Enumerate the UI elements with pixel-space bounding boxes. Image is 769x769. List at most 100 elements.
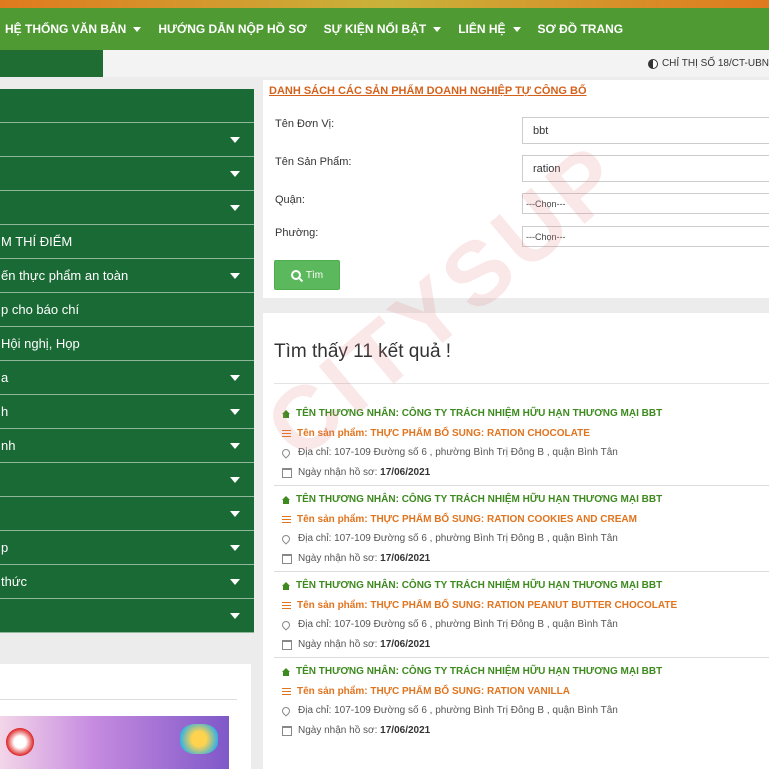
search-button-label: Tìm [305,269,324,281]
notice-ticker[interactable]: CHỈ THỊ SỐ 18/CT-UBN [647,58,769,69]
sidebar-item-label: p [1,540,9,555]
map-pin-icon [280,446,292,459]
sidebar-item[interactable] [0,157,254,191]
sidebar-item[interactable]: p [0,531,254,565]
district-label: Quận: [275,194,305,206]
date-label: Ngày nhận hồ sơ: [298,725,378,736]
sidebar-item[interactable]: a [0,361,254,395]
ward-label: Phường: [275,227,319,239]
results-count-title: Tìm thấy 11 kết quả ! [274,341,452,362]
result-address: Địa chỉ: 107-109 Đường số 6 , phường Bìn… [280,532,618,545]
product-text: Tên sản phẩm: THỰC PHẨM BỔ SUNG: RATION … [297,514,637,525]
date-label: Ngày nhận hồ sơ: [298,553,378,564]
ward-select[interactable]: ---Chọn--- [522,226,769,247]
sidebar-item[interactable] [0,463,254,497]
caret-down-icon [230,510,240,517]
caret-down-icon [230,544,240,551]
calendar-icon [282,725,292,736]
result-product[interactable]: Tên sản phẩm: THỰC PHẨM BỔ SUNG: RATION … [282,428,590,439]
list-icon [282,602,291,609]
panel-title: DANH SÁCH CÁC SẢN PHẨM DOANH NGHIỆP TỰ C… [269,85,587,97]
notice-text: CHỈ THỊ SỐ 18/CT-UBN [661,58,769,69]
district-select[interactable]: ---Chọn--- [522,193,769,214]
result-merchant[interactable]: TÊN THƯƠNG NHÂN: CÔNG TY TRÁCH NHIỆM HỮU… [282,580,662,591]
calendar-icon [282,639,292,650]
search-button[interactable]: Tìm [274,260,340,290]
date-value: 17/06/2021 [380,639,431,650]
sidebar-item[interactable] [0,123,254,157]
result-merchant[interactable]: TÊN THƯƠNG NHÂN: CÔNG TY TRÁCH NHIỆM HỮU… [282,666,662,677]
result-merchant[interactable]: TÊN THƯƠNG NHÂN: CÔNG TY TRÁCH NHIỆM HỮU… [282,408,662,419]
date-value: 17/06/2021 [380,553,431,564]
promo-banner-image[interactable] [0,716,229,769]
caret-down-icon [230,578,240,585]
nav-item-so-do[interactable]: SƠ ĐỒ TRANG [538,22,624,36]
sidebar-item-label: ến thực phẩm an toàn [1,268,129,283]
nav-label: SỰ KIỆN NỔI BẬT [323,22,427,36]
nav-item-lien-he[interactable]: LIÊN HỆ [458,22,521,36]
result-merchant[interactable]: TÊN THƯƠNG NHÂN: CÔNG TY TRÁCH NHIỆM HỮU… [282,494,662,505]
home-icon [282,409,290,418]
nav-label: HƯỚNG DẪN NỘP HỒ SƠ [158,22,307,36]
sidebar-item[interactable] [0,599,254,633]
sidebar-item[interactable]: h [0,395,254,429]
result-product[interactable]: Tên sản phẩm: THỰC PHẨM BỔ SUNG: RATION … [282,600,677,611]
sidebar-item-bao-chi[interactable]: p cho báo chí [0,293,254,327]
result-date: Ngày nhận hồ sơ: 17/06/2021 [282,553,430,564]
unit-input[interactable]: bbt [522,117,769,144]
sidebar-menu: M THÍ ĐIỂM ến thực phẩm an toàn p cho bá… [0,89,254,633]
nav-item-su-kien[interactable]: SỰ KIỆN NỔI BẬT [324,22,442,36]
result-product[interactable]: Tên sản phẩm: THỰC PHẨM BỔ SUNG: RATION … [282,686,570,697]
sidebar-item[interactable] [0,191,254,225]
unit-label: Tên Đơn Vị: [275,118,335,130]
nav-label: LIÊN HỆ [458,22,506,36]
caret-down-icon [133,26,142,32]
date-label: Ngày nhận hồ sơ: [298,467,378,478]
result-address: Địa chỉ: 107-109 Đường số 6 , phường Bìn… [280,446,618,459]
list-icon [282,430,291,437]
list-icon [282,688,291,695]
nav-item-huong-dan[interactable]: HƯỚNG DẪN NỘP HỒ SƠ [158,22,306,36]
date-value: 17/06/2021 [380,725,431,736]
nav-item-van-ban[interactable]: HỆ THỐNG VĂN BẢN [5,22,142,36]
date-value: 17/06/2021 [380,467,431,478]
merchant-text: TÊN THƯƠNG NHÂN: CÔNG TY TRÁCH NHIỆM HỮU… [296,666,663,677]
sidebar-item-thi-diem[interactable]: M THÍ ĐIỂM [0,225,254,259]
product-input[interactable]: ration [522,155,769,182]
result-divider [274,571,769,572]
product-input-value: ration [533,162,561,175]
caret-down-icon [230,408,240,415]
home-icon [282,667,290,676]
sidebar-item-label: a [1,370,9,385]
product-text: Tên sản phẩm: THỰC PHẨM BỔ SUNG: RATION … [297,600,678,611]
main-navbar: HỆ THỐNG VĂN BẢN HƯỚNG DẪN NỘP HỒ SƠ SỰ … [0,8,769,50]
sidebar-item-thuc-pham[interactable]: ến thực phẩm an toàn [0,259,254,293]
banner-decoration [6,728,34,756]
address-text: Địa chỉ: 107-109 Đường số 6 , phường Bìn… [298,619,618,630]
sidebar-item-label: Hội nghị, Họp [1,336,80,351]
product-text: Tên sản phẩm: THỰC PHẨM BỔ SUNG: RATION … [297,428,590,439]
result-product[interactable]: Tên sản phẩm: THỰC PHẨM BỔ SUNG: RATION … [282,514,637,525]
calendar-icon [282,467,292,478]
merchant-text: TÊN THƯƠNG NHÂN: CÔNG TY TRÁCH NHIỆM HỮU… [296,408,663,419]
sidebar-item[interactable]: nh [0,429,254,463]
sidebar-item[interactable] [0,497,254,531]
address-text: Địa chỉ: 107-109 Đường số 6 , phường Bìn… [298,533,618,544]
sidebar-item-hoi-nghi[interactable]: Hội nghị, Họp [0,327,254,361]
sidebar-item[interactable]: thức [0,565,254,599]
sidebar-widget-divider [0,699,237,700]
result-date: Ngày nhận hồ sơ: 17/06/2021 [282,639,430,650]
sidebar-item-label: h [1,404,9,419]
date-label: Ngày nhận hồ sơ: [298,639,378,650]
caret-down-icon [230,374,240,381]
sidebar-item[interactable] [0,89,254,123]
nav-label: HỆ THỐNG VĂN BẢN [5,22,127,36]
merchant-text: TÊN THƯƠNG NHÂN: CÔNG TY TRÁCH NHIỆM HỮU… [296,494,663,505]
sidebar-item-label: M THÍ ĐIỂM [1,234,73,249]
home-icon [282,581,290,590]
result-date: Ngày nhận hồ sơ: 17/06/2021 [282,467,430,478]
result-divider [274,485,769,486]
caret-down-icon [230,476,240,483]
result-date: Ngày nhận hồ sơ: 17/06/2021 [282,725,430,736]
results-panel: Tìm thấy 11 kết quả ! TÊN THƯƠNG NHÂN: C… [263,313,769,769]
